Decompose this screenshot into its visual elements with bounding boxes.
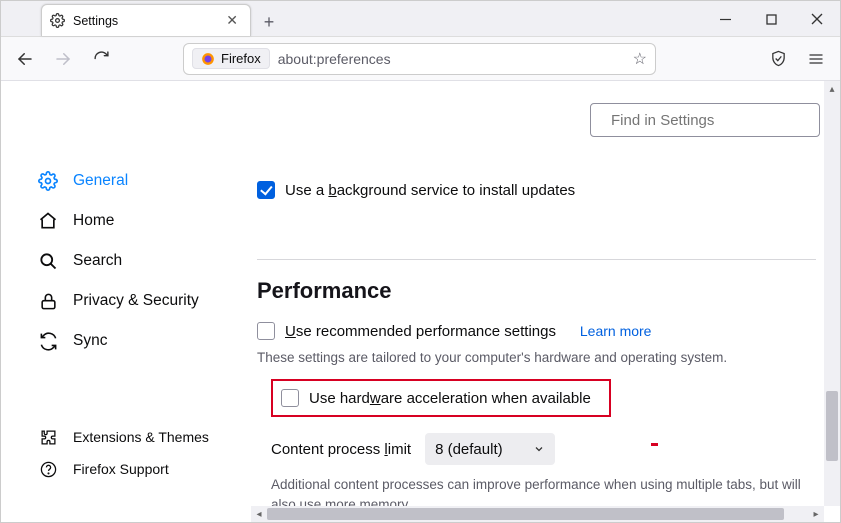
- sidebar-item-home[interactable]: Home: [37, 201, 241, 241]
- identity-badge: Firefox: [192, 48, 270, 69]
- recommended-checkbox[interactable]: [257, 322, 275, 340]
- close-window-button[interactable]: [794, 1, 840, 37]
- url-text: about:preferences: [278, 51, 625, 67]
- back-button[interactable]: [9, 43, 41, 75]
- gear-icon: [37, 171, 59, 191]
- sidebar-item-label: Sync: [73, 332, 107, 350]
- hw-accel-label: Use hardware acceleration when available: [309, 390, 591, 407]
- lock-icon: [37, 292, 59, 311]
- toolbar: Firefox about:preferences ☆: [1, 37, 840, 81]
- forward-button[interactable]: [47, 43, 79, 75]
- scroll-up-arrow[interactable]: ▴: [824, 81, 840, 97]
- settings-main: Use a background service to install upda…: [241, 81, 840, 522]
- sidebar-item-label: Firefox Support: [73, 461, 169, 477]
- process-limit-value: 8 (default): [435, 441, 503, 458]
- sidebar-item-search[interactable]: Search: [37, 241, 241, 281]
- sidebar-item-general[interactable]: General: [37, 161, 241, 201]
- scroll-right-arrow[interactable]: ▸: [808, 506, 824, 522]
- horizontal-scrollbar[interactable]: ◂ ▸: [251, 506, 824, 522]
- puzzle-icon: [37, 429, 59, 446]
- bookmark-star-icon[interactable]: ☆: [633, 49, 647, 69]
- new-tab-button[interactable]: +: [255, 8, 283, 36]
- hw-accel-highlight: Use hardware acceleration when available: [271, 379, 611, 417]
- scroll-left-arrow[interactable]: ◂: [251, 506, 267, 522]
- firefox-icon: [201, 52, 215, 66]
- sidebar-item-label: Extensions & Themes: [73, 429, 209, 445]
- process-limit-select[interactable]: 8 (default): [425, 433, 555, 465]
- sidebar-item-sync[interactable]: Sync: [37, 321, 241, 361]
- sidebar-item-label: Home: [73, 212, 114, 230]
- find-settings-box[interactable]: [590, 103, 820, 137]
- home-icon: [37, 211, 59, 231]
- sidebar-item-label: Search: [73, 252, 122, 270]
- performance-heading: Performance: [257, 278, 816, 304]
- annotation-mark: [651, 443, 658, 446]
- question-icon: [37, 461, 59, 478]
- sidebar-item-extensions[interactable]: Extensions & Themes: [37, 421, 241, 453]
- hw-accel-checkbox[interactable]: [281, 389, 299, 407]
- tab-title: Settings: [73, 14, 214, 28]
- maximize-button[interactable]: [748, 1, 794, 37]
- scroll-thumb[interactable]: [267, 508, 784, 520]
- app-menu-button[interactable]: [800, 43, 832, 75]
- sidebar-item-label: Privacy & Security: [73, 292, 199, 310]
- recommended-row: Use recommended performance settings Lea…: [257, 322, 816, 340]
- bg-service-row: Use a background service to install upda…: [257, 181, 816, 199]
- recommended-label: Use recommended performance settings: [285, 323, 556, 340]
- performance-hint: These settings are tailored to your comp…: [257, 350, 816, 365]
- learn-more-link[interactable]: Learn more: [580, 323, 652, 339]
- close-icon[interactable]: ✕: [222, 10, 242, 31]
- vertical-scrollbar[interactable]: ▴: [824, 81, 840, 506]
- url-bar[interactable]: Firefox about:preferences ☆: [183, 43, 656, 75]
- chevron-down-icon: [533, 443, 545, 455]
- window-controls: [702, 1, 840, 37]
- bg-service-label: Use a background service to install upda…: [285, 182, 575, 199]
- content-area: General Home Search Privacy & Security S…: [1, 81, 840, 522]
- process-limit-row: Content process limit 8 (default): [271, 433, 816, 465]
- minimize-button[interactable]: [702, 1, 748, 37]
- gear-icon: [50, 13, 65, 28]
- scroll-thumb[interactable]: [826, 391, 838, 461]
- sidebar-item-privacy[interactable]: Privacy & Security: [37, 281, 241, 321]
- sidebar-item-support[interactable]: Firefox Support: [37, 453, 241, 485]
- settings-sidebar: General Home Search Privacy & Security S…: [1, 81, 241, 522]
- titlebar: Settings ✕ +: [1, 1, 840, 37]
- sync-icon: [37, 332, 59, 351]
- find-settings-input[interactable]: [609, 111, 812, 130]
- reload-button[interactable]: [85, 43, 117, 75]
- bg-service-checkbox[interactable]: [257, 181, 275, 199]
- browser-tab[interactable]: Settings ✕: [41, 4, 251, 36]
- search-icon: [37, 251, 59, 271]
- identity-label: Firefox: [221, 51, 261, 66]
- sidebar-item-label: General: [73, 172, 128, 190]
- section-divider: [257, 259, 816, 260]
- shield-icon[interactable]: [762, 43, 794, 75]
- process-limit-label: Content process limit: [271, 441, 411, 458]
